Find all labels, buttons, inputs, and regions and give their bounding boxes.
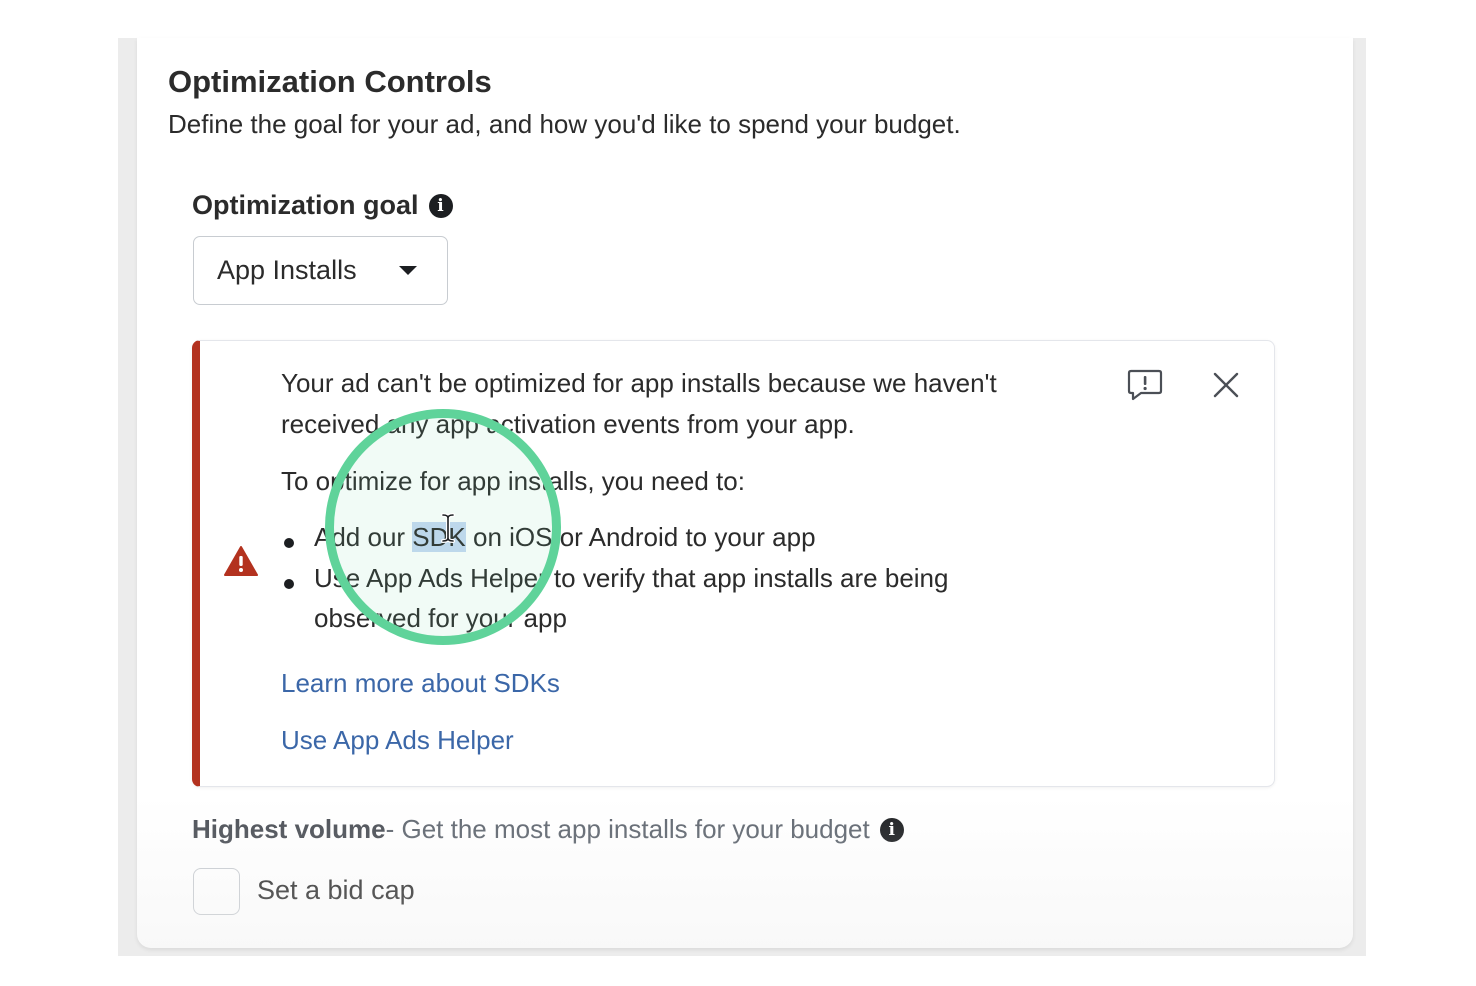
info-icon[interactable]: i [879, 817, 904, 842]
alert-bullet-2-line-2: observed for your app [314, 603, 567, 633]
warning-triangle-icon [224, 546, 258, 576]
section-subtitle: Define the goal for your ad, and how you… [168, 109, 961, 139]
feedback-icon[interactable] [1127, 368, 1163, 402]
use-app-ads-helper-link[interactable]: Use App Ads Helper [281, 725, 514, 756]
bid-strategy-name: Highest volume [192, 814, 386, 844]
bullet-1-text-start: Add our [314, 522, 413, 552]
bid-cap-checkbox[interactable] [193, 868, 240, 915]
alert-bullet-2-line-1: Use App Ads Helper to verify that app in… [314, 563, 949, 593]
bid-strategy-summary: Highest volume - Get the most app instal… [192, 814, 904, 845]
bullet-dot [284, 579, 294, 589]
optimization-goal-dropdown[interactable]: App Installs [193, 236, 448, 305]
optimization-goal-selected-value: App Installs [217, 255, 357, 285]
alert-message-line-1: Your ad can't be optimized for app insta… [281, 368, 997, 398]
bid-strategy-description: - Get the most app installs for your bud… [385, 814, 870, 844]
alert-instructions-intro: To optimize for app installs, you need t… [281, 466, 745, 496]
bullet-1-text-end: on iOS or Android to your app [465, 522, 816, 552]
bullet-dot [284, 538, 294, 548]
alert-message-line-2: received any app activation events from … [281, 409, 855, 439]
learn-more-sdks-link[interactable]: Learn more about SDKs [281, 668, 560, 699]
bid-cap-label[interactable]: Set a bid cap [257, 875, 415, 906]
optimization-goal-label: Optimization goal i [192, 190, 453, 221]
info-icon[interactable]: i [428, 193, 453, 218]
caret-down-icon [399, 266, 417, 275]
close-icon[interactable] [1212, 371, 1240, 399]
section-title: Optimization Controls [168, 64, 492, 99]
selected-text-sdk: SDK [412, 522, 466, 552]
optimization-goal-label-text: Optimization goal [192, 190, 419, 220]
alert-bullet-1: Add our SDK on iOS or Android to your ap… [314, 522, 816, 553]
